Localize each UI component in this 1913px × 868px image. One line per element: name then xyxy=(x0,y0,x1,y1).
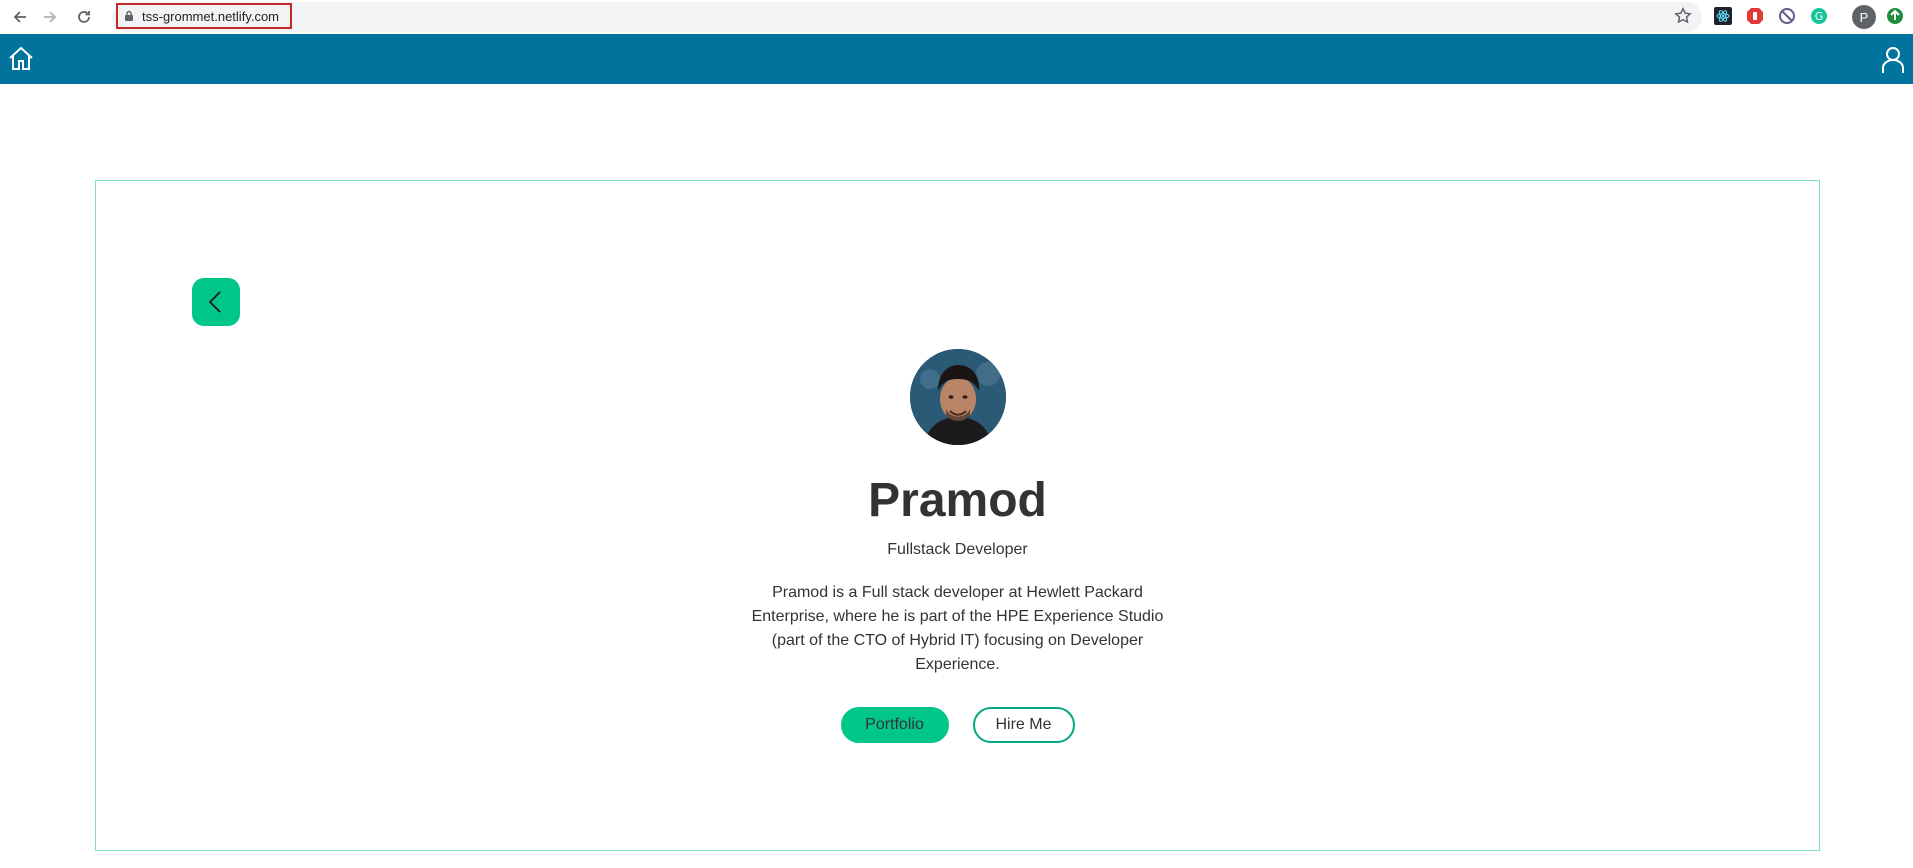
profile-bio: Pramod is a Full stack developer at Hewl… xyxy=(751,584,1164,673)
address-bar[interactable]: tss-grommet.netlify.com xyxy=(112,2,1702,32)
reload-button[interactable] xyxy=(72,5,96,29)
chevron-left-icon xyxy=(208,291,221,313)
url-highlight-box[interactable]: tss-grommet.netlify.com xyxy=(116,3,292,29)
arrow-right-icon xyxy=(44,11,57,23)
back-button[interactable] xyxy=(192,278,240,326)
grammarly-icon[interactable]: G xyxy=(1809,6,1829,26)
browser-toolbar: tss-grommet.netlify.com G P xyxy=(0,0,1913,34)
profile-actions: Portfolio Hire Me xyxy=(840,707,1075,743)
user-icon xyxy=(1882,47,1904,73)
back-nav-button[interactable] xyxy=(8,5,32,29)
bookmark-star-icon[interactable] xyxy=(1672,5,1694,32)
profile-block: Pramod Fullstack Developer Pramod is a F… xyxy=(96,349,1819,743)
profile-avatar-button[interactable]: P xyxy=(1852,5,1876,29)
home-button[interactable] xyxy=(8,46,34,77)
adblock-icon[interactable] xyxy=(1745,6,1765,26)
profile-card: Pramod Fullstack Developer Pramod is a F… xyxy=(95,180,1820,851)
portfolio-button[interactable]: Portfolio xyxy=(840,707,949,743)
update-icon[interactable] xyxy=(1885,6,1905,26)
reload-icon xyxy=(78,11,90,23)
user-button[interactable] xyxy=(1881,46,1905,79)
home-icon xyxy=(9,46,33,70)
lock-icon xyxy=(124,10,134,22)
profile-name: Pramod xyxy=(868,474,1047,527)
avatar xyxy=(909,349,1006,445)
url-text: tss-grommet.netlify.com xyxy=(142,8,280,24)
forward-nav-button[interactable] xyxy=(38,5,62,29)
svg-text:G: G xyxy=(1815,10,1824,23)
hire-me-button[interactable]: Hire Me xyxy=(972,707,1075,743)
react-devtools-icon[interactable] xyxy=(1713,6,1733,26)
profile-role: Fullstack Developer xyxy=(887,541,1028,558)
app-header xyxy=(0,34,1913,84)
arrow-left-icon xyxy=(13,11,26,23)
block-icon[interactable] xyxy=(1777,6,1797,26)
